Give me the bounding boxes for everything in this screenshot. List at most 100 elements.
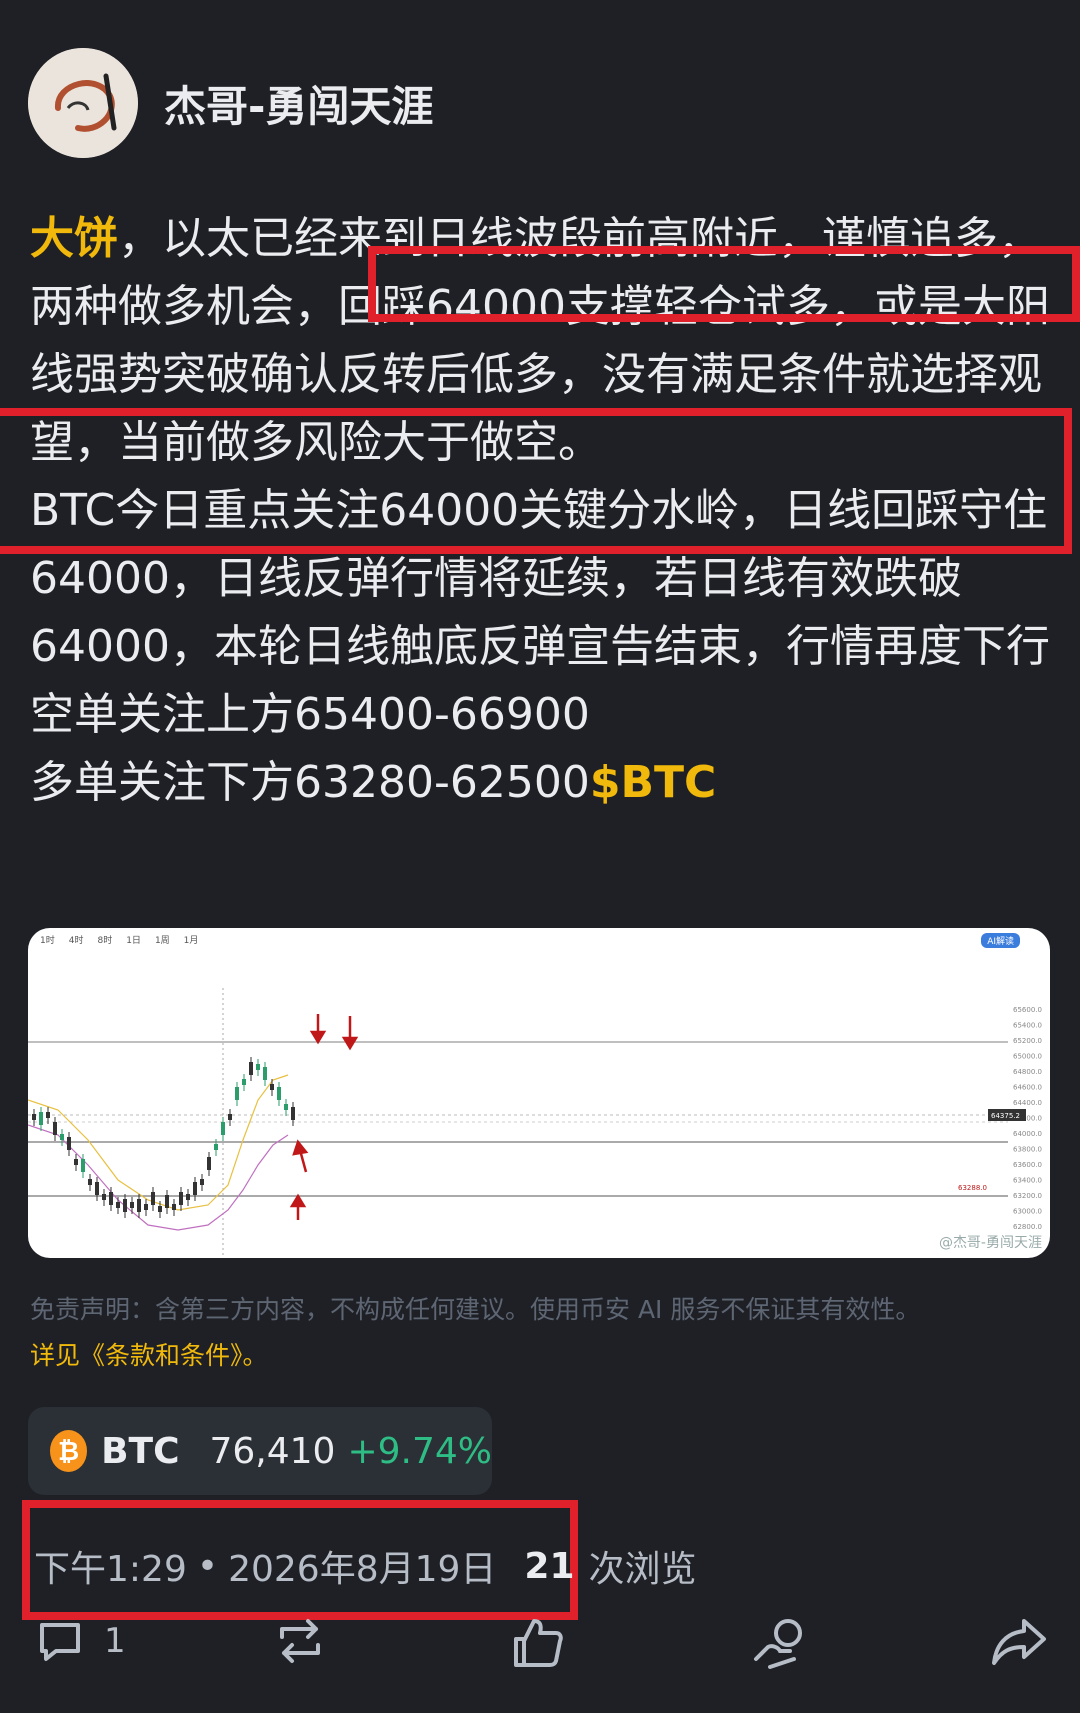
post-header: 杰哥-勇闯天涯 (28, 48, 433, 158)
post-text-1: ，以太已经来到日线波段前高附近，谨慎追多，两种做多机会，回踩64000支撑轻仓试… (30, 213, 1050, 468)
terms-link[interactable]: 详见《条款和条件》。 (30, 1333, 1040, 1379)
action-bar: 1 (30, 1615, 1060, 1685)
red-arrows (289, 1014, 359, 1220)
candle-body (235, 1087, 239, 1100)
candle-body (109, 1192, 113, 1205)
candles-group (32, 1057, 295, 1218)
candle-body (137, 1199, 141, 1212)
price-axis-label: 63800.0 (1013, 1146, 1042, 1154)
price-axis-label: 65000.0 (1013, 1053, 1042, 1061)
comment-button[interactable]: 1 (34, 1615, 126, 1667)
candle-body (39, 1112, 43, 1125)
post-paragraph-2: BTC今日重点关注64000关键分水岭，日线回踩守住64000，日线反弹行情将延… (30, 485, 1050, 672)
repost-button[interactable] (270, 1615, 330, 1667)
candle-body (102, 1194, 106, 1200)
candle-body (291, 1107, 295, 1120)
comment-icon (40, 1623, 80, 1661)
tip-button[interactable] (750, 1615, 808, 1673)
candlestick-chart: 65600.0 65400.0 65200.0 65000.0 64800.0 64600… (28, 988, 1042, 1258)
ticker-card-btc[interactable]: ₿ BTC 76,410 +9.74% (28, 1407, 492, 1495)
candle-body (263, 1067, 267, 1080)
price-axis-label: 64000.0 (1013, 1130, 1042, 1138)
cashtag-btc[interactable]: $BTC (590, 757, 716, 808)
price-axis-label: 65200.0 (1013, 1037, 1042, 1045)
candle-body (270, 1084, 274, 1090)
avatar[interactable] (28, 48, 138, 158)
thumbs-up-icon (514, 1619, 563, 1667)
candle-body (228, 1114, 232, 1120)
like-button[interactable] (510, 1615, 566, 1671)
share-button[interactable] (990, 1615, 1048, 1667)
chart-tab-1h: 1时 (40, 935, 55, 946)
candle-body (284, 1104, 288, 1110)
avatar-ink-circle-icon (28, 48, 138, 158)
candle-body (277, 1087, 281, 1100)
candle-body (46, 1112, 50, 1118)
chart-tab-1m: 1月 (183, 935, 199, 946)
candle-body (74, 1159, 78, 1165)
candle-body (151, 1192, 155, 1205)
candle-body (214, 1144, 218, 1150)
price-axis-label: 63000.0 (1013, 1208, 1042, 1216)
price-axis-label: 63200.0 (1013, 1192, 1042, 1200)
candle-body (200, 1179, 204, 1185)
candle-body (123, 1199, 127, 1212)
candle-body (144, 1204, 148, 1210)
ticker-change: +9.74% (347, 1430, 492, 1472)
candle-body (81, 1159, 85, 1172)
post-paragraph-4: 多单关注下方63280-62500$BTC (30, 749, 1050, 817)
chart-tab-1w: 1周 (154, 935, 170, 946)
candle-body (193, 1182, 197, 1195)
price-axis-label: 65400.0 (1013, 1022, 1042, 1030)
chart-watermark: @杰哥-勇闯天涯 (938, 1235, 1042, 1251)
price-axis-label: 62800.0 (1013, 1223, 1042, 1231)
price-axis-label: 65600.0 (1013, 1006, 1042, 1014)
post-paragraph-3: 空单关注上方65400-66900 (30, 689, 590, 740)
candle-body (221, 1122, 225, 1135)
candle-body (186, 1194, 190, 1200)
candle-body (165, 1195, 169, 1208)
candle-body (256, 1064, 260, 1070)
meta-separator: • (196, 1545, 219, 1587)
marker-price-label: 63288.0 (958, 1184, 987, 1192)
price-axis-label: 64600.0 (1013, 1084, 1042, 1092)
current-price-label: 64375.2 (991, 1112, 1020, 1120)
comment-count: 1 (104, 1621, 126, 1661)
bitcoin-icon: ₿ (50, 1430, 88, 1472)
price-axis-label: 63600.0 (1013, 1161, 1042, 1169)
ticker-symbol: BTC (101, 1430, 180, 1472)
candle-body (242, 1079, 246, 1085)
candle-body (95, 1182, 99, 1195)
share-arrow-icon (992, 1619, 1046, 1665)
candle-body (32, 1114, 36, 1120)
price-axis-label: 63400.0 (1013, 1177, 1042, 1185)
topic-tag[interactable]: 大饼 (30, 213, 118, 264)
price-axis-label: 64800.0 (1013, 1068, 1042, 1076)
chart-toolbar: 1时 4时 8时 1日 1周 1月 AI解读 (28, 928, 1050, 950)
author-name[interactable]: 杰哥-勇闯天涯 (164, 73, 433, 134)
candle-body (207, 1157, 211, 1170)
candle-body (179, 1192, 183, 1205)
candle-body (172, 1204, 176, 1210)
chart-ai-badge: AI解读 (981, 933, 1020, 948)
disclaimer: 免责声明：含第三方内容，不构成任何建议。使用币安 AI 服务不保证其有效性。 详… (30, 1287, 1040, 1379)
post-body: 大饼，以太已经来到日线波段前高附近，谨慎追多，两种做多机会，回踩64000支撑轻… (30, 205, 1050, 817)
chart-tab-8h: 8时 (97, 935, 113, 946)
candle-body (130, 1202, 134, 1208)
view-count: 21 (524, 1545, 575, 1587)
repost-icon (280, 1619, 320, 1663)
candle-body (249, 1062, 253, 1075)
chart-tab-1d: 1日 (126, 935, 141, 946)
post-date: 2026年8月19日 (228, 1549, 497, 1590)
chart-tab-4h: 4时 (68, 935, 84, 946)
ticker-price: 76,410 (209, 1430, 336, 1472)
post-meta: 下午1:29 • 2026年8月19日 21 次浏览 (34, 1540, 697, 1592)
tip-hand-coin-icon (754, 1619, 802, 1669)
candle-body (67, 1137, 71, 1150)
post-text-4: 多单关注下方63280-62500 (30, 757, 590, 808)
price-axis-label: 64400.0 (1013, 1099, 1042, 1107)
post-paragraph-1: 大饼，以太已经来到日线波段前高附近，谨慎追多，两种做多机会，回踩64000支撑轻… (30, 205, 1050, 477)
chart-image[interactable]: 1时 4时 8时 1日 1周 1月 AI解读 65600.0 65400.0 652… (28, 928, 1050, 1258)
candle-body (116, 1202, 120, 1208)
disclaimer-text: 免责声明：含第三方内容，不构成任何建议。使用币安 AI 服务不保证其有效性。 (30, 1295, 921, 1324)
